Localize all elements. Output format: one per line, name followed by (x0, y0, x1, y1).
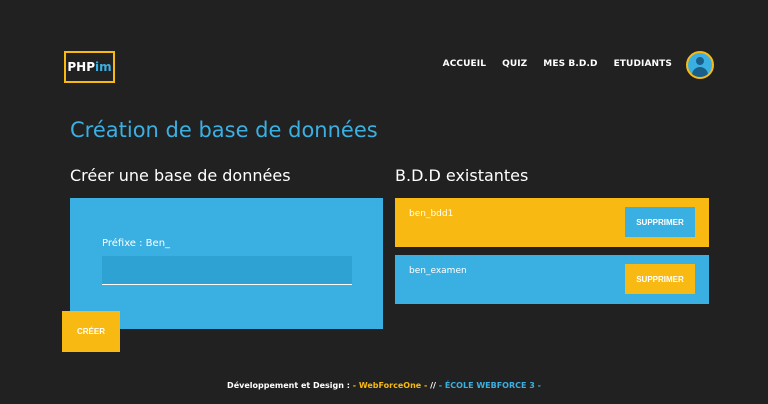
db-name: ben_bdd1 (409, 209, 454, 219)
nav-item-mes-bdd[interactable]: MES B.D.D (543, 59, 597, 69)
footer-separator: // (427, 381, 439, 390)
nav-item-quiz[interactable]: QUIZ (502, 59, 527, 69)
logo-text-php: PHP (67, 60, 95, 74)
db-name: ben_examen (409, 266, 467, 276)
nav-item-accueil[interactable]: ACCUEIL (443, 59, 486, 69)
create-section-title: Créer une base de données (70, 166, 291, 185)
db-card: ben_bdd1 SUPPRIMER (395, 198, 709, 247)
db-card: ben_examen SUPPRIMER (395, 255, 709, 304)
footer-link-webforce3[interactable]: - ÉCOLE WEBFORCE 3 - (439, 381, 541, 390)
page-title: Création de base de données (70, 118, 378, 142)
user-avatar-icon[interactable] (686, 51, 714, 79)
footer-prefix: Développement et Design : (227, 381, 353, 390)
logo-text-im: im (95, 60, 112, 74)
logo[interactable]: PHP im (64, 51, 115, 83)
delete-button[interactable]: SUPPRIMER (625, 264, 695, 294)
nav-item-etudiants[interactable]: ETUDIANTS (614, 59, 672, 69)
main-nav: ACCUEIL QUIZ MES B.D.D ETUDIANTS (443, 59, 672, 69)
delete-button[interactable]: SUPPRIMER (625, 207, 695, 237)
create-button[interactable]: CRÉER (62, 311, 120, 352)
create-db-form: Préfixe : Ben_ (70, 198, 383, 329)
db-name-input[interactable] (102, 256, 352, 285)
prefix-label: Préfixe : Ben_ (102, 238, 171, 249)
footer-link-webforceone[interactable]: - WebForceOne - (353, 381, 428, 390)
existing-section-title: B.D.D existantes (395, 166, 529, 185)
avatar-head (696, 57, 704, 65)
avatar-shoulders (692, 67, 708, 77)
footer: Développement et Design : - WebForceOne … (0, 381, 768, 390)
